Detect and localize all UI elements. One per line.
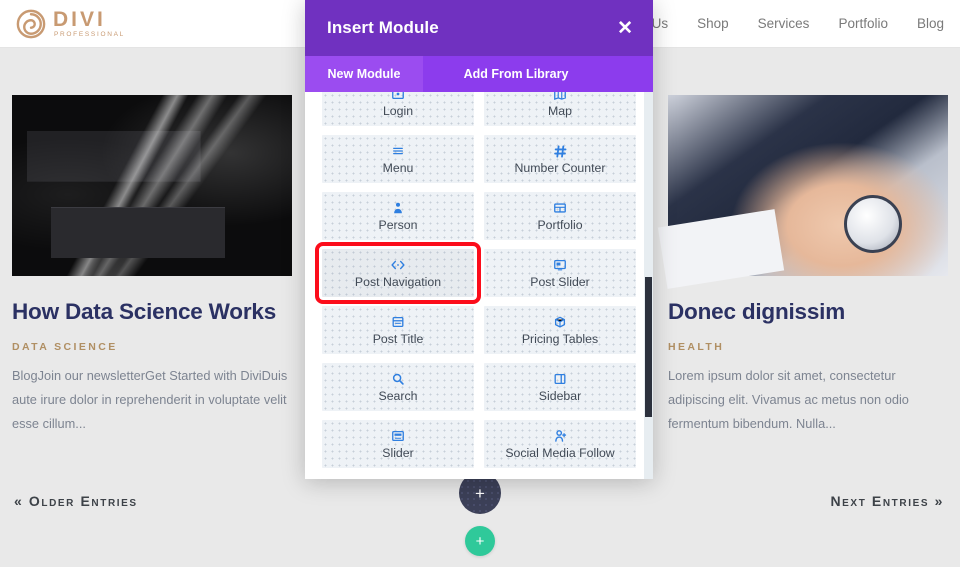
post-title-icon <box>391 315 405 330</box>
module-label: Slider <box>382 445 414 460</box>
modal-title: Insert Module <box>327 18 439 37</box>
module-tile-map[interactable]: Map <box>484 92 636 126</box>
pricing-box-icon <box>553 315 567 330</box>
module-tile-post-slider[interactable]: Post Slider <box>484 249 636 297</box>
module-tile-sidebar[interactable]: Sidebar <box>484 363 636 411</box>
plus-icon: + <box>475 483 485 503</box>
post-thumbnail-image[interactable] <box>12 95 292 276</box>
module-tile-number-counter[interactable]: Number Counter <box>484 135 636 183</box>
post-title[interactable]: How Data Science Works <box>12 298 292 327</box>
module-tile-pricing-tables[interactable]: Pricing Tables <box>484 306 636 354</box>
site-logo[interactable]: DIVI PROFESSIONAL <box>16 9 125 39</box>
post-thumbnail-image[interactable] <box>668 95 948 276</box>
next-entries-link[interactable]: Next Entries » <box>830 493 944 509</box>
post-title[interactable]: Donec dignissim <box>668 298 948 327</box>
slider-icon <box>391 429 405 444</box>
module-tile-post-navigation[interactable]: Post Navigation <box>315 242 481 304</box>
tab-new-module[interactable]: New Module <box>305 56 423 92</box>
older-entries-link[interactable]: « Older Entries <box>14 493 138 509</box>
module-list-panel: Login Map Menu Number Counter Person Por… <box>305 92 653 479</box>
plus-icon: + <box>475 532 485 550</box>
module-label: Post Navigation <box>354 274 442 289</box>
module-tile-portfolio[interactable]: Portfolio <box>484 192 636 240</box>
modal-tabs: New Module Add From Library <box>305 56 653 92</box>
post-category[interactable]: HEALTH <box>668 341 948 353</box>
module-label: Login <box>382 103 414 118</box>
module-label: Sidebar <box>538 388 582 403</box>
insert-module-modal: Insert Module ✕ New Module Add From Libr… <box>305 0 653 479</box>
module-tile-login[interactable]: Login <box>322 92 474 126</box>
module-tile-social-media-follow[interactable]: Social Media Follow <box>484 420 636 468</box>
module-tile-person[interactable]: Person <box>322 192 474 240</box>
login-icon <box>391 92 405 102</box>
module-label: Map <box>548 103 572 118</box>
module-label: Person <box>378 217 418 232</box>
person-plus-icon <box>553 429 568 444</box>
modal-scrollbar-thumb[interactable] <box>645 277 652 417</box>
code-arrows-icon <box>390 258 406 273</box>
module-grid: Login Map Menu Number Counter Person Por… <box>305 92 653 468</box>
search-icon <box>391 372 405 387</box>
module-tile-search[interactable]: Search <box>322 363 474 411</box>
person-icon <box>391 201 405 216</box>
nav-item-shop[interactable]: Shop <box>697 16 729 31</box>
divi-logo-icon <box>16 9 46 39</box>
nav-item-portfolio[interactable]: Portfolio <box>838 16 888 31</box>
module-label: Social Media Follow <box>505 445 615 460</box>
close-icon[interactable]: ✕ <box>617 19 633 38</box>
nav-item-services[interactable]: Services <box>758 16 810 31</box>
logo-tagline: PROFESSIONAL <box>54 30 125 38</box>
module-label: Post Title <box>372 331 424 346</box>
module-tile-post-title[interactable]: Post Title <box>322 306 474 354</box>
module-label: Portfolio <box>537 217 583 232</box>
logo-wordmark: DIVI <box>53 7 106 31</box>
module-label: Post Slider <box>530 274 590 289</box>
modal-scrollbar-track[interactable] <box>644 92 653 479</box>
module-label: Pricing Tables <box>521 331 599 346</box>
module-tile-slider[interactable]: Slider <box>322 420 474 468</box>
post-excerpt: BlogJoin our newsletterGet Started with … <box>12 367 288 431</box>
map-icon <box>553 92 567 102</box>
module-label: Search <box>378 388 418 403</box>
nav-item-blog[interactable]: Blog <box>917 16 944 31</box>
post-category[interactable]: DATA SCIENCE <box>12 341 292 353</box>
hash-icon <box>553 144 568 159</box>
module-label: Number Counter <box>514 160 606 175</box>
blog-post-card: How Data Science Works DATA SCIENCE Blog… <box>12 95 292 436</box>
app-screen: DIVI PROFESSIONAL About Us Shop Services… <box>0 0 960 567</box>
add-section-button[interactable]: + <box>465 526 495 556</box>
module-tile-menu[interactable]: Menu <box>322 135 474 183</box>
sidebar-icon <box>553 372 567 387</box>
main-navigation: About Us Shop Services Portfolio Blog <box>613 16 944 31</box>
blog-post-card: Donec dignissim HEALTH Lorem ipsum dolor… <box>668 95 948 436</box>
module-label: Menu <box>382 160 414 175</box>
tab-add-from-library[interactable]: Add From Library <box>423 56 609 92</box>
grid-icon <box>553 201 567 216</box>
post-slider-icon <box>553 258 567 273</box>
post-excerpt: Lorem ipsum dolor sit amet, consectetur … <box>668 367 909 431</box>
modal-titlebar: Insert Module ✕ <box>305 0 653 56</box>
menu-icon <box>391 144 405 159</box>
